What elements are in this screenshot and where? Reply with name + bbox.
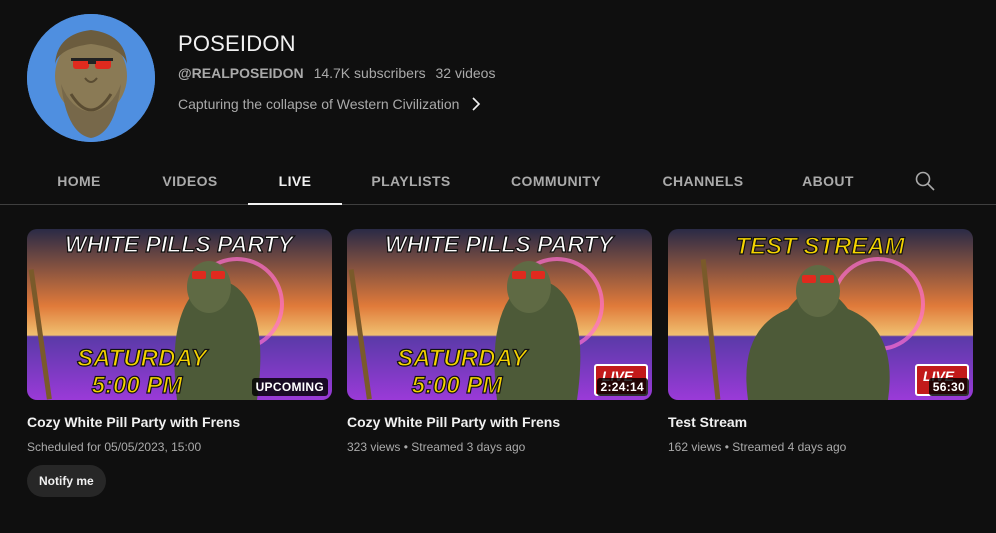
- thumbnail-title: TEST STREAM: [735, 233, 905, 260]
- channel-handle: @REALPOSEIDON: [178, 65, 304, 81]
- thumbnail-title: WHITE PILLS PARTY: [385, 231, 616, 257]
- upcoming-badge: UPCOMING: [251, 378, 328, 396]
- video-card: WHITE PILLS PARTY SATURDAY 5:00 PM UPCOM…: [27, 229, 332, 497]
- video-title[interactable]: Test Stream: [668, 413, 973, 431]
- channel-meta: @REALPOSEIDON 14.7K subscribers 32 video…: [178, 65, 495, 81]
- tab-channels[interactable]: CHANNELS: [646, 158, 760, 204]
- tab-playlists[interactable]: PLAYLISTS: [355, 158, 467, 204]
- channel-header: POSEIDON @REALPOSEIDON 14.7K subscribers…: [27, 14, 967, 144]
- chevron-right-icon: [472, 97, 481, 111]
- video-title[interactable]: Cozy White Pill Party with Frens: [27, 413, 332, 431]
- video-meta: 162 views • Streamed 4 days ago: [668, 440, 847, 454]
- thumbnail-image: WHITE PILLS PARTY SATURDAY 5:00 PM: [27, 229, 332, 400]
- video-thumbnail[interactable]: TEST STREAM LIVE 56:30: [668, 229, 973, 400]
- channel-avatar[interactable]: [27, 14, 155, 142]
- video-meta: 323 views • Streamed 3 days ago: [347, 440, 526, 454]
- channel-name: POSEIDON: [178, 31, 296, 56]
- video-thumbnail[interactable]: WHITE PILLS PARTY SATURDAY 5:00 PM LIVE …: [347, 229, 652, 400]
- duration-badge: 2:24:14: [596, 378, 648, 396]
- channel-tabs: HOME VIDEOS LIVE PLAYLISTS COMMUNITY CHA…: [0, 158, 996, 205]
- video-card: TEST STREAM LIVE 56:30 Test Stream 162 v…: [668, 229, 973, 455]
- thumbnail-line1: SATURDAY: [397, 345, 529, 372]
- tab-home[interactable]: HOME: [40, 158, 118, 204]
- subscriber-count: 14.7K subscribers: [313, 65, 426, 81]
- video-card: WHITE PILLS PARTY SATURDAY 5:00 PM LIVE …: [347, 229, 652, 455]
- notify-me-button[interactable]: Notify me: [27, 465, 106, 497]
- poseidon-avatar-image: [27, 14, 155, 142]
- channel-description[interactable]: Capturing the collapse of Western Civili…: [178, 96, 481, 112]
- channel-description-text: Capturing the collapse of Western Civili…: [178, 96, 460, 112]
- thumbnail-title: WHITE PILLS PARTY: [65, 231, 296, 257]
- video-meta: Scheduled for 05/05/2023, 15:00: [27, 440, 202, 454]
- thumbnail-line1: SATURDAY: [77, 345, 209, 372]
- tab-live[interactable]: LIVE: [248, 158, 342, 205]
- thumbnail-line2: 5:00 PM: [412, 372, 504, 399]
- tab-community[interactable]: COMMUNITY: [492, 158, 620, 204]
- thumbnail-line2: 5:00 PM: [92, 372, 184, 399]
- duration-badge: 56:30: [928, 378, 969, 396]
- tab-videos[interactable]: VIDEOS: [145, 158, 235, 204]
- video-count: 32 videos: [435, 65, 496, 81]
- search-icon[interactable]: [913, 169, 937, 193]
- video-title[interactable]: Cozy White Pill Party with Frens: [347, 413, 652, 431]
- video-thumbnail[interactable]: WHITE PILLS PARTY SATURDAY 5:00 PM UPCOM…: [27, 229, 332, 400]
- tab-about[interactable]: ABOUT: [786, 158, 870, 204]
